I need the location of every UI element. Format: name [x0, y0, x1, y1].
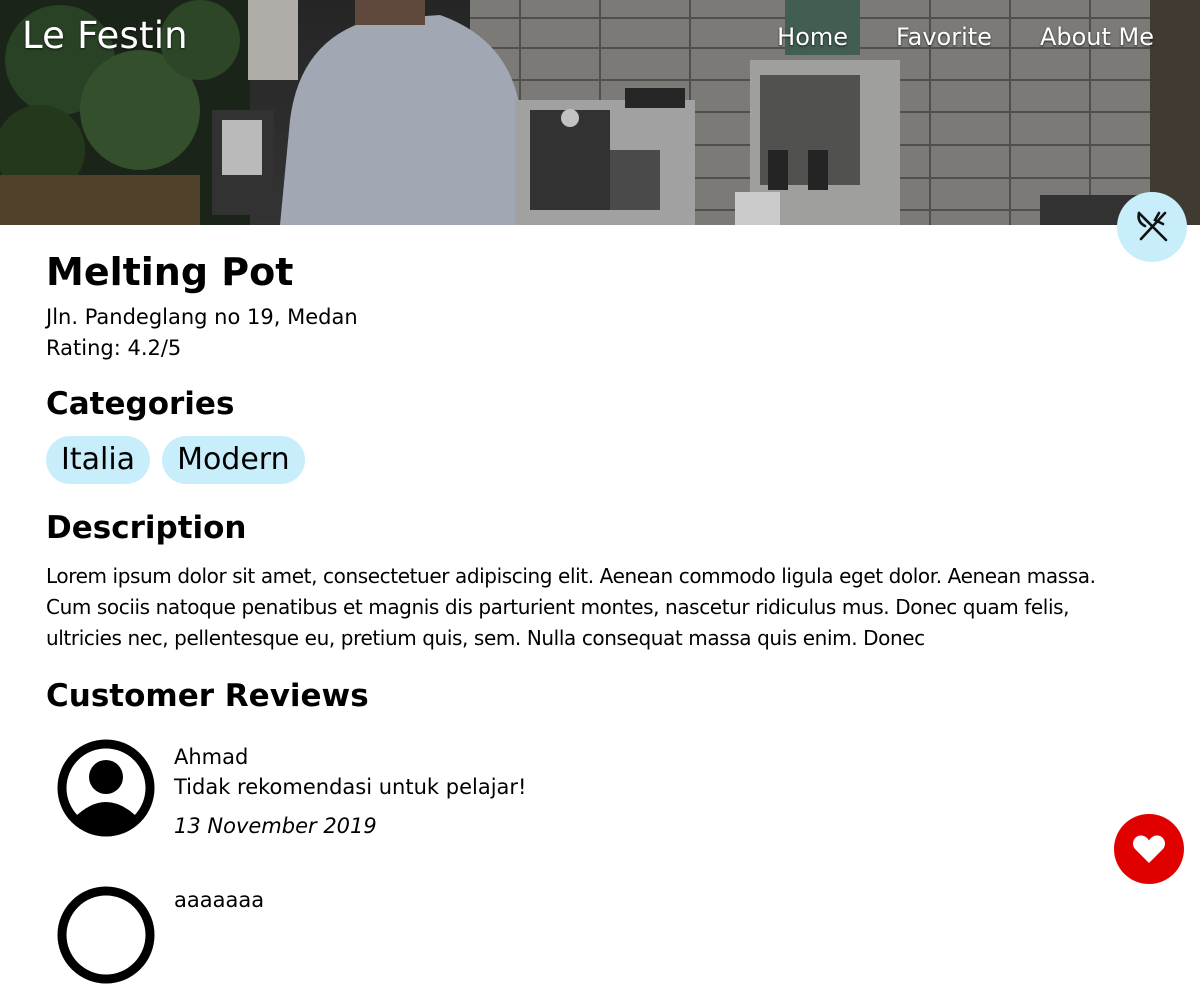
restaurant-rating: Rating: 4.2/5 [46, 336, 182, 360]
review-item-partial: aaaaaaa [56, 885, 264, 989]
nav-favorite[interactable]: Favorite [896, 23, 992, 51]
restaurant-detail: Melting Pot Jln. Pandeglang no 19, Medan… [46, 247, 1156, 841]
customer-reviews-heading: Customer Reviews [46, 678, 369, 714]
categories-heading: Categories [46, 386, 235, 422]
restaurant-meta: Jln. Pandeglang no 19, Medan Rating: 4.2… [46, 302, 1156, 364]
reviewer-name-partial: aaaaaaa [174, 888, 265, 912]
user-avatar-icon [57, 739, 155, 837]
nav-about-me[interactable]: About Me [1040, 23, 1154, 51]
nav-home[interactable]: Home [777, 23, 848, 51]
user-avatar-icon [57, 886, 155, 984]
category-chip-modern[interactable]: Modern [162, 436, 305, 484]
main-nav: Home Favorite About Me [777, 23, 1154, 51]
description-text: Lorem ipsum dolor sit amet, consectetuer… [46, 564, 1096, 650]
restaurant-address: Jln. Pandeglang no 19, Medan [46, 305, 358, 329]
review-date: 13 November 2019 [174, 814, 377, 838]
review-item: Ahmad Tidak rekomendasi untuk pelajar! 1… [46, 738, 1156, 841]
category-list: Italia Modern [46, 436, 1156, 484]
heart-icon [1133, 835, 1165, 863]
category-chip-italia[interactable]: Italia [46, 436, 151, 484]
review-text: Tidak rekomendasi untuk pelajar! [174, 775, 527, 799]
description-heading: Description [46, 510, 247, 546]
fork-knife-icon [1137, 211, 1168, 242]
brand-logo[interactable]: Le Festin [22, 14, 188, 57]
favorite-button[interactable] [1114, 814, 1184, 884]
hero-banner: Le Festin Home Favorite About Me [0, 0, 1200, 225]
fork-knife-button[interactable] [1117, 192, 1187, 262]
reviewer-name: Ahmad [174, 745, 249, 769]
review-body: Ahmad Tidak rekomendasi untuk pelajar! 1… [174, 738, 526, 841]
restaurant-name: Melting Pot [46, 250, 294, 294]
